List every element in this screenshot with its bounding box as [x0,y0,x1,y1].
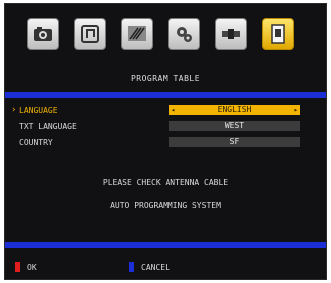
footer-divider [5,242,326,248]
program-tab[interactable] [262,18,294,50]
antenna-message: PLEASE CHECK ANTENNA CABLE [102,178,229,187]
right-arrow-icon[interactable]: ▸ [294,105,298,115]
country-value[interactable]: SF [169,137,300,147]
cable-icon [222,29,240,39]
blue-key-icon [129,262,134,272]
document-icon [271,24,285,44]
language-row[interactable]: › LANGUAGE ◂ ENGLISH ▸ [5,105,326,117]
header-divider [5,92,326,98]
language-value[interactable]: ◂ ENGLISH ▸ [169,105,300,115]
ok-label: OK [27,263,37,272]
gears-icon [177,27,192,42]
picture-tab[interactable] [27,18,59,50]
tv-stripes-icon [128,26,146,41]
language-label: LANGUAGE [19,106,58,115]
red-key-icon [15,262,20,272]
country-row[interactable]: COUNTRY SF [5,137,326,149]
setup-tab[interactable] [168,18,200,50]
music-note-icon [81,25,99,43]
selection-chevron-icon: › [11,105,17,115]
screen-tab[interactable] [121,18,153,50]
txt-language-value[interactable]: WEST [169,121,300,131]
auto-programming-message: AUTO PROGRAMMING SYSTEM [110,201,221,210]
language-value-text: ENGLISH [217,105,252,114]
page-title: PROGRAM TABLE [130,74,201,83]
connection-tab[interactable] [215,18,247,50]
txt-language-row[interactable]: TXT LANGUAGE WEST [5,121,326,133]
sound-tab[interactable] [74,18,106,50]
osd-menu: PROGRAM TABLE › LANGUAGE ◂ ENGLISH ▸ TXT… [4,3,327,280]
country-label: COUNTRY [19,138,53,147]
txt-language-label: TXT LANGUAGE [19,122,77,131]
cancel-label: CANCEL [141,263,170,272]
left-arrow-icon[interactable]: ◂ [171,105,175,115]
menu-tab-bar [5,4,326,74]
camera-icon [34,27,52,41]
